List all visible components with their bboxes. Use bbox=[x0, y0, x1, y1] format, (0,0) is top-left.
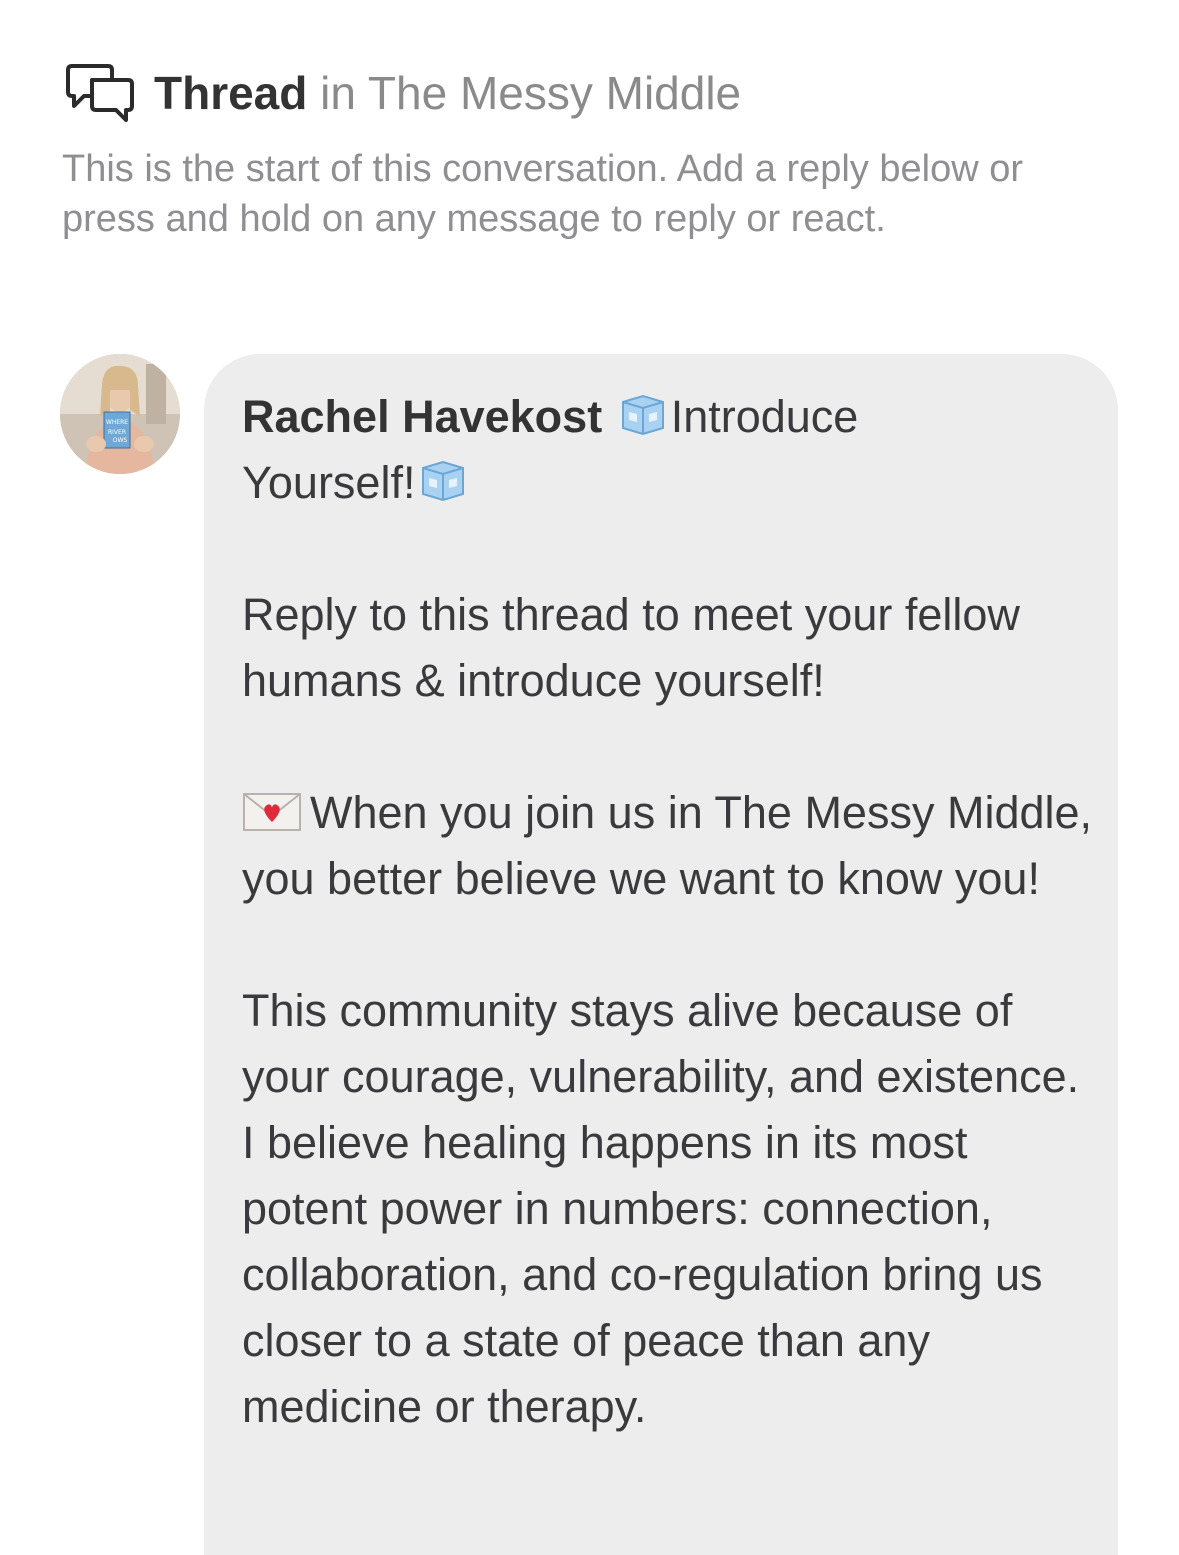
thread-label: Thread bbox=[154, 67, 308, 119]
ice-cube-icon bbox=[619, 390, 667, 436]
speech-bubbles-icon bbox=[62, 62, 138, 124]
conversation-intro: This is the start of this conversation. … bbox=[62, 148, 1024, 240]
avatar-book-text: WHERE bbox=[106, 419, 128, 426]
thread-header: Thread in The Messy Middle bbox=[62, 62, 741, 124]
message-content: Rachel Havekost Introduce Yourself! Repl… bbox=[242, 384, 1102, 1440]
message-title-part1: Introduce bbox=[670, 391, 859, 442]
message-paragraph-2-text: When you join us in The Messy Middle, yo… bbox=[242, 787, 1093, 904]
message-author: Rachel Havekost bbox=[242, 391, 603, 442]
thread-title: Thread in The Messy Middle bbox=[154, 62, 741, 124]
message-title-part2: Yourself! bbox=[242, 457, 416, 508]
avatar[interactable]: WHERE RIVER OWS bbox=[60, 354, 180, 474]
message-title: Rachel Havekost Introduce Yourself! bbox=[242, 384, 1102, 516]
message-paragraph-2: When you join us in The Messy Middle, yo… bbox=[242, 780, 1102, 912]
message-paragraph-1: Reply to this thread to meet your fellow… bbox=[242, 589, 1020, 706]
message-paragraph-3: This community stays alive because of yo… bbox=[242, 985, 1080, 1432]
thread-channel: in The Messy Middle bbox=[307, 67, 742, 119]
avatar-book-text: OWS bbox=[113, 437, 128, 444]
avatar-book-text: RIVER bbox=[108, 429, 126, 436]
message-bubble[interactable]: Rachel Havekost Introduce Yourself! Repl… bbox=[204, 354, 1118, 1555]
love-letter-icon bbox=[242, 784, 302, 831]
ice-cube-icon bbox=[419, 456, 467, 502]
